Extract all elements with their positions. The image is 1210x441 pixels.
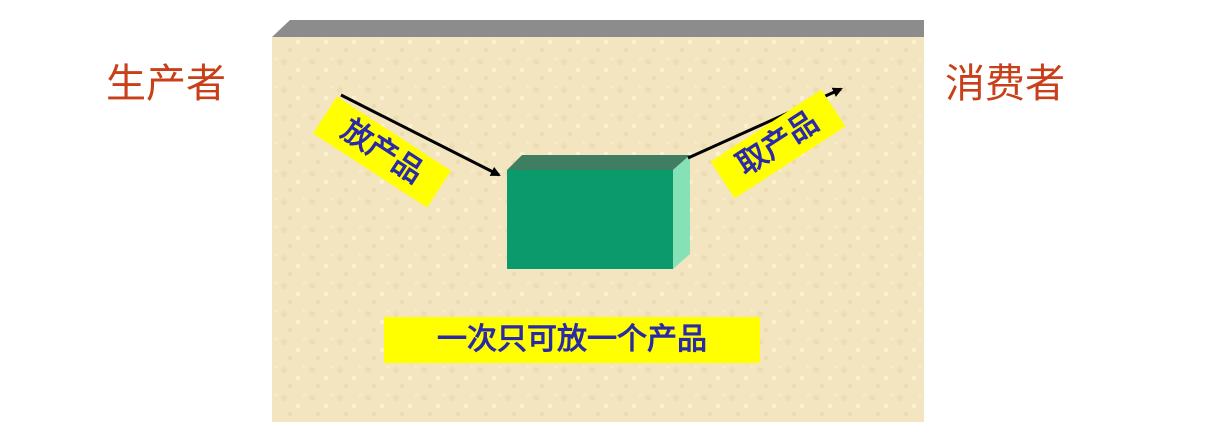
diagram-page: { "producer_label": "生产者", "consumer_lab… (0, 0, 1210, 441)
buffer-box-side (673, 155, 690, 269)
buffer-box-top (507, 155, 690, 170)
diagram-canvas (272, 20, 924, 422)
panel-top-bar (272, 20, 924, 37)
buffer-box-front (507, 170, 673, 269)
capacity-note: 一次只可放一个产品 (384, 317, 760, 363)
